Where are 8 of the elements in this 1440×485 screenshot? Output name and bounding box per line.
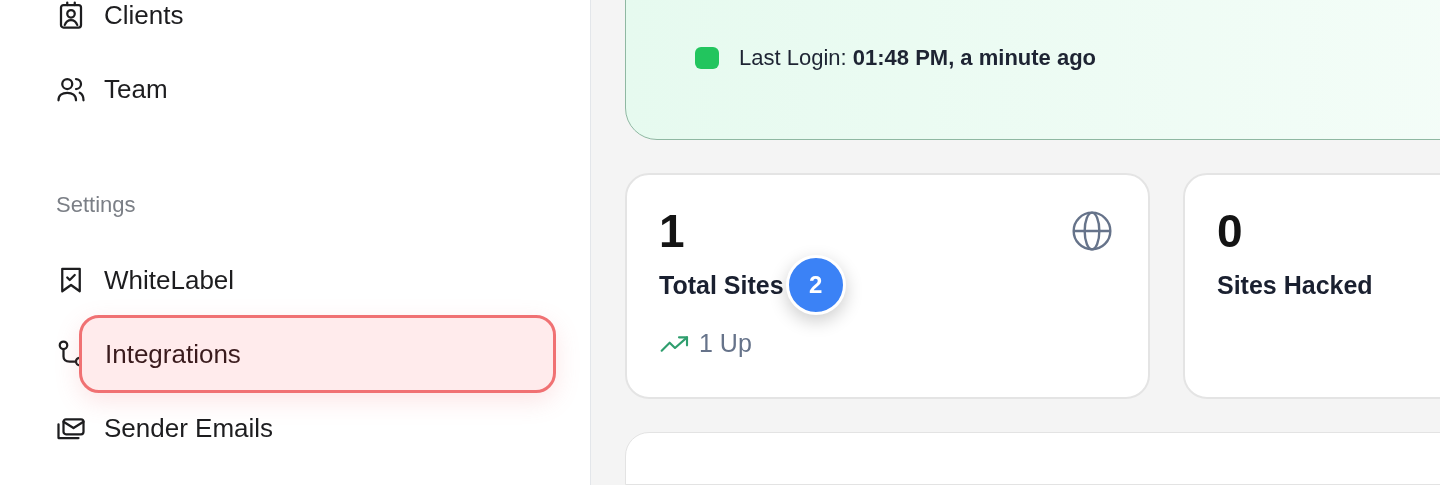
stat-value: 0 [1217,204,1243,260]
stat-label: Total Sites [659,269,784,301]
sidebar-item[interactable]: Integrations [79,315,556,393]
stat-value: 1 [659,204,685,260]
section-title: Settings [55,191,137,219]
last-login-text: Last Login: 01:48 PM, a minute ago [739,44,1097,73]
stat-label: Sites Hacked [1217,269,1373,301]
trend-text: 1 Up [699,328,752,360]
